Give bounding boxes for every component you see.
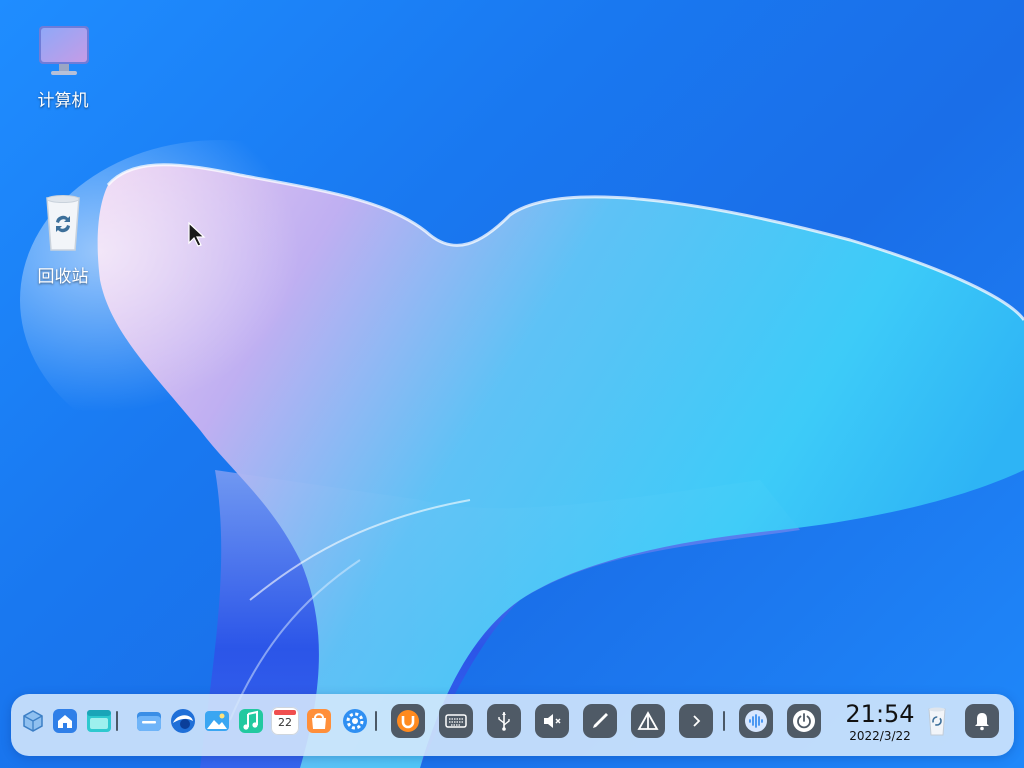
dock-separator (375, 711, 377, 731)
keyboard-icon (445, 714, 467, 728)
app-store-icon (307, 709, 331, 733)
settings-icon (343, 709, 367, 733)
desktop-icon-label: 回收站 (37, 267, 89, 287)
clock-time: 21:54 (845, 700, 915, 728)
power-button[interactable] (787, 704, 821, 738)
music-player-button[interactable] (237, 707, 265, 735)
desktop-icon-trash[interactable]: 回收站 (23, 192, 103, 287)
dock-trash-button[interactable] (922, 705, 952, 737)
settings-button[interactable] (341, 707, 369, 735)
volume-muted-icon (544, 714, 561, 728)
desktop-icon-computer[interactable]: 计算机 (23, 22, 103, 111)
window-manager-icon (87, 710, 111, 732)
trash-icon (928, 707, 946, 736)
notification-bell-icon (975, 713, 989, 731)
usb-icon (498, 712, 510, 731)
dock-separator (723, 711, 725, 731)
file-manager-button[interactable] (135, 707, 163, 735)
calendar-day-text: 22 (278, 716, 292, 729)
computer-icon (39, 26, 89, 75)
home-folder-button[interactable] (51, 707, 79, 735)
image-viewer-button[interactable] (203, 707, 231, 735)
app-store-button[interactable] (305, 707, 333, 735)
expand-tray-button[interactable] (679, 704, 713, 738)
window-manager-button[interactable] (85, 707, 113, 735)
input-method-button[interactable] (391, 704, 425, 738)
dock: 22 21:54 2022/3/22 (11, 694, 1014, 756)
clock[interactable]: 21:54 2022/3/22 (837, 699, 923, 743)
network-button[interactable] (631, 704, 665, 738)
desktop-icon-label: 计算机 (37, 91, 89, 111)
multitask-view-icon (23, 710, 43, 732)
mouse-cursor-icon (188, 222, 206, 247)
clock-date: 2022/3/22 (849, 729, 911, 743)
browser-icon (171, 709, 195, 733)
expand-arrow-icon (693, 715, 701, 727)
dock-separator (116, 711, 118, 731)
power-icon (793, 710, 815, 732)
music-player-icon (239, 709, 263, 733)
pen-icon (593, 713, 608, 728)
assistant-icon (745, 710, 767, 732)
file-manager-icon (137, 712, 161, 731)
usb-button[interactable] (487, 704, 521, 738)
input-method-icon (397, 710, 419, 732)
multitask-view-button[interactable] (19, 707, 47, 735)
home-folder-icon (53, 709, 77, 733)
network-icon (637, 711, 659, 730)
image-viewer-icon (205, 711, 229, 731)
keyboard-button[interactable] (439, 704, 473, 738)
calendar-button[interactable]: 22 (271, 707, 299, 735)
volume-button[interactable] (535, 704, 569, 738)
trash-icon (46, 195, 80, 251)
assistant-button[interactable] (739, 704, 773, 738)
browser-button[interactable] (169, 707, 197, 735)
wallpaper (20, 140, 1024, 768)
notification-button[interactable] (965, 704, 999, 738)
pen-button[interactable] (583, 704, 617, 738)
